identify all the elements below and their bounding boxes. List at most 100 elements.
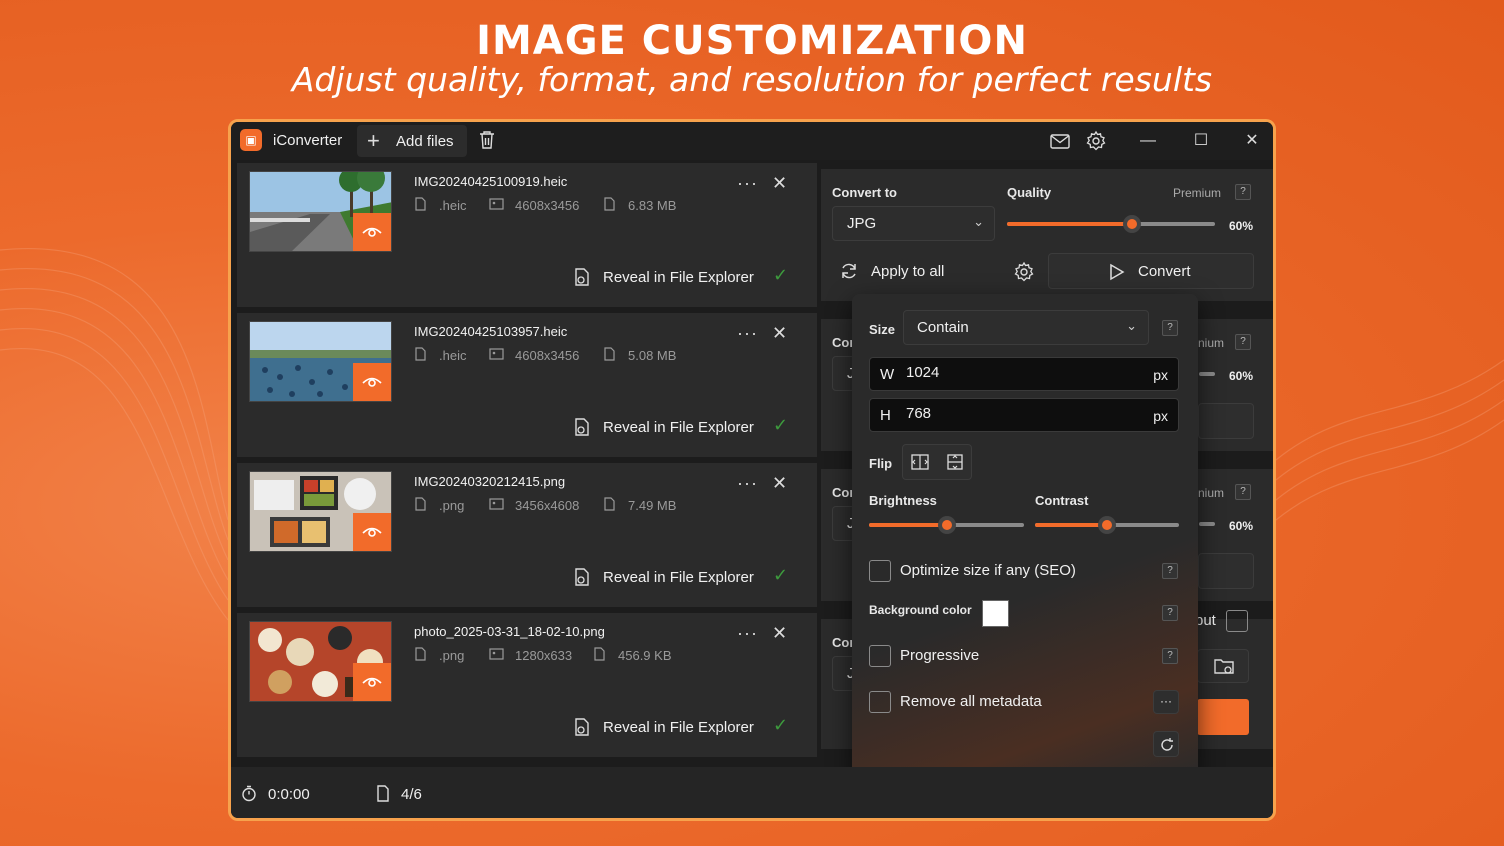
- background-color-label: Background color: [869, 603, 972, 617]
- app-title: iConverter: [273, 132, 343, 149]
- convert-button[interactable]: [1198, 403, 1254, 439]
- preview-button[interactable]: [353, 663, 391, 701]
- height-prefix: H: [880, 407, 891, 424]
- more-options-button[interactable]: ···: [737, 323, 758, 344]
- convert-all-button[interactable]: [1197, 699, 1249, 735]
- preview-button[interactable]: [353, 363, 391, 401]
- brightness-slider[interactable]: [869, 516, 1024, 534]
- output-checkbox[interactable]: [1226, 610, 1248, 632]
- help-icon[interactable]: ?: [1162, 320, 1178, 336]
- file-size: 6.83 MB: [628, 198, 677, 213]
- eye-icon: [362, 677, 382, 687]
- reveal-in-explorer-link[interactable]: Reveal in File Explorer: [603, 719, 754, 736]
- reveal-in-explorer-link[interactable]: Reveal in File Explorer: [603, 569, 754, 586]
- file-icon: [415, 347, 426, 361]
- optimize-seo-checkbox[interactable]: [869, 560, 891, 582]
- more-options-button[interactable]: ···: [737, 173, 758, 194]
- metadata-more-button[interactable]: ···: [1153, 690, 1179, 714]
- convert-button[interactable]: Convert: [1048, 253, 1254, 289]
- chevron-down-icon: ⌄: [973, 214, 984, 229]
- gear-icon[interactable]: [1013, 261, 1035, 283]
- progressive-checkbox[interactable]: [869, 645, 891, 667]
- height-value: 768: [906, 405, 932, 422]
- flip-horizontal-icon[interactable]: [910, 453, 930, 471]
- title-bar: ▣ iConverter + Add files — ☐ ✕: [231, 122, 1273, 160]
- premium-label: nium: [1198, 486, 1225, 500]
- output-label: put: [1195, 612, 1216, 629]
- folder-search-icon: [575, 568, 589, 586]
- file-thumbnail[interactable]: [249, 621, 392, 702]
- preview-button[interactable]: [353, 513, 391, 551]
- settings-gear-icon[interactable]: [1085, 130, 1107, 152]
- elapsed-time: 0:0:00: [268, 786, 310, 803]
- optimize-seo-label: Optimize size if any (SEO): [900, 562, 1076, 579]
- quality-slider[interactable]: [1007, 215, 1215, 233]
- mail-icon[interactable]: [1049, 130, 1071, 152]
- quality-label: Quality: [1007, 185, 1052, 200]
- width-prefix: W: [880, 366, 895, 383]
- file-name: IMG20240425100919.heic: [414, 174, 568, 189]
- refresh-icon: [1161, 738, 1173, 751]
- help-icon[interactable]: ?: [1235, 484, 1251, 500]
- file-dimensions: 3456x4608: [515, 498, 580, 513]
- file-thumbnail[interactable]: [249, 171, 392, 252]
- quality-slider-thumb[interactable]: [1122, 215, 1141, 233]
- trash-icon[interactable]: [478, 130, 496, 150]
- promo-headline: IMAGE CUSTOMIZATION: [476, 18, 1028, 64]
- file-size-icon: [604, 197, 615, 211]
- remove-file-button[interactable]: ✕: [772, 473, 787, 494]
- contrast-slider-fill: [1035, 523, 1107, 527]
- quality-slider[interactable]: [1199, 372, 1215, 376]
- eye-icon: [362, 227, 382, 237]
- quality-slider-fill: [1007, 222, 1132, 226]
- file-dimensions: 4608x3456: [515, 198, 580, 213]
- width-field[interactable]: W 1024 px: [869, 357, 1179, 391]
- help-icon[interactable]: ?: [1235, 184, 1251, 200]
- success-check-icon: ✓: [773, 265, 789, 285]
- promo-subheadline: Adjust quality, format, and resolution f…: [291, 60, 1213, 99]
- brightness-label: Brightness: [869, 493, 937, 508]
- folder-search-icon: [575, 418, 589, 436]
- file-thumbnail[interactable]: [249, 471, 392, 552]
- contrast-slider-thumb[interactable]: [1098, 516, 1116, 534]
- remove-metadata-label: Remove all metadata: [900, 693, 1042, 710]
- file-thumbnail[interactable]: [249, 321, 392, 402]
- add-files-button[interactable]: + Add files: [357, 125, 467, 157]
- contrast-slider[interactable]: [1035, 516, 1179, 534]
- preview-button[interactable]: [353, 213, 391, 251]
- quality-slider[interactable]: [1199, 522, 1215, 526]
- maximize-button[interactable]: ☐: [1186, 126, 1216, 156]
- reveal-in-explorer-link[interactable]: Reveal in File Explorer: [603, 419, 754, 436]
- reset-button[interactable]: [1153, 731, 1179, 757]
- help-icon[interactable]: ?: [1162, 605, 1178, 621]
- folder-search-icon: [575, 268, 589, 286]
- minimize-button[interactable]: —: [1133, 126, 1163, 156]
- help-icon[interactable]: ?: [1235, 334, 1251, 350]
- image-customization-popup: Size Contain ⌄ ? W 1024 px H 768 px Flip…: [852, 294, 1198, 778]
- convert-button[interactable]: [1198, 553, 1254, 589]
- close-window-button[interactable]: ✕: [1237, 126, 1267, 156]
- file-card: IMG20240320212415.png .png 3456x4608 7.4…: [237, 463, 817, 607]
- remove-metadata-checkbox[interactable]: [869, 691, 891, 713]
- quality-percent: 60%: [1229, 369, 1254, 383]
- height-field[interactable]: H 768 px: [869, 398, 1179, 432]
- more-options-button[interactable]: ···: [737, 473, 758, 494]
- brightness-slider-thumb[interactable]: [937, 516, 956, 534]
- apply-to-all-button[interactable]: Apply to all: [871, 263, 944, 280]
- remove-file-button[interactable]: ✕: [772, 323, 787, 344]
- flip-vertical-icon[interactable]: [945, 453, 965, 471]
- folder-settings-icon: [1214, 659, 1234, 674]
- help-icon[interactable]: ?: [1162, 563, 1178, 579]
- remove-file-button[interactable]: ✕: [772, 173, 787, 194]
- reveal-in-explorer-link[interactable]: Reveal in File Explorer: [603, 269, 754, 286]
- file-count: 4/6: [401, 786, 422, 803]
- file-count-icon: [377, 785, 389, 802]
- file-size: 456.9 KB: [618, 648, 672, 663]
- more-options-button[interactable]: ···: [737, 623, 758, 644]
- background-color-swatch[interactable]: [982, 600, 1009, 627]
- help-icon[interactable]: ?: [1162, 648, 1178, 664]
- output-folder-button[interactable]: [1197, 649, 1249, 683]
- format-select[interactable]: JPG ⌄: [832, 206, 995, 241]
- size-mode-select[interactable]: Contain ⌄: [903, 310, 1149, 345]
- remove-file-button[interactable]: ✕: [772, 623, 787, 644]
